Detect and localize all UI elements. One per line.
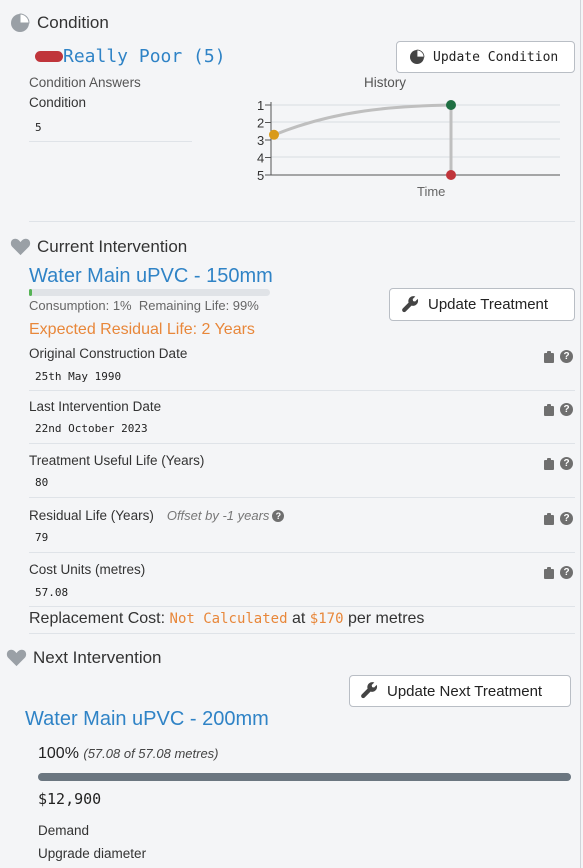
current-intervention-title: Current Intervention	[37, 237, 188, 256]
field-actions: ?	[544, 512, 573, 525]
consumption-bar	[29, 289, 270, 296]
history-y-tick-label: 4	[257, 151, 264, 166]
divider	[29, 221, 575, 222]
wrench-icon	[361, 682, 378, 699]
wrench-icon	[402, 295, 419, 312]
next-percent-detail: (57.08 of 57.08 metres)	[83, 746, 219, 761]
pie-chart-icon	[410, 49, 425, 64]
consumption-line: Consumption: 1% Remaining Life: 99%	[29, 298, 259, 313]
history-title: History	[364, 75, 407, 90]
condition-status: Really Poor (5)	[63, 46, 226, 67]
next-progress-bar	[38, 773, 571, 781]
condition-answers-label: Condition Answers	[29, 75, 141, 90]
field-value-treatment-useful-life: 80	[35, 476, 49, 489]
residual-life-offset-note: Offset by -1 years	[166, 508, 270, 523]
history-x-label: Time	[417, 184, 445, 199]
condition-field-value: 5	[35, 121, 42, 134]
update-treatment-label: Update Treatment	[428, 296, 549, 313]
condition-title: Condition	[37, 13, 109, 32]
condition-section-icon	[10, 13, 30, 33]
pie-chart-icon	[11, 13, 30, 32]
field-value-residual-life: 79	[35, 531, 49, 544]
condition-field-label: Condition	[29, 95, 87, 110]
clipboard-icon[interactable]	[544, 350, 554, 363]
history-gridlines	[270, 102, 560, 176]
update-next-treatment-button[interactable]: Update Next Treatment	[349, 675, 571, 707]
next-progress-bar-fill	[38, 773, 571, 781]
divider	[29, 606, 575, 607]
demand-label: Demand	[38, 823, 90, 838]
history-y-tick-label: 5	[257, 168, 264, 183]
clipboard-icon[interactable]	[544, 457, 554, 470]
field-actions: ?	[544, 403, 573, 416]
history-curve	[273, 103, 452, 137]
condition-status-pill	[35, 51, 63, 62]
help-icon[interactable]: ?	[560, 512, 573, 525]
replacement-at: at	[291, 610, 306, 627]
next-cost: $12,900	[38, 790, 102, 808]
replacement-rate: $170	[309, 611, 344, 627]
condition-history-chart: 1 2 3 4 5 Time	[257, 98, 560, 199]
next-percent-line: 100% (57.08 of 57.08 metres)	[38, 745, 219, 763]
next-treatment-name: Water Main uPVC - 200mm	[25, 708, 269, 730]
remaining-life-text: Remaining Life: 99%	[138, 298, 259, 313]
divider	[29, 443, 575, 444]
expected-residual-life: Expected Residual Life: 2 Years	[29, 321, 255, 338]
current-treatment-name: Water Main uPVC - 150mm	[29, 265, 273, 287]
field-value-cost-units: 57.08	[35, 586, 69, 599]
field-actions: ?	[544, 457, 573, 470]
residual-life-label: Residual Life (Years)	[29, 508, 154, 523]
field-actions: ?	[544, 566, 573, 579]
next-percent: 100%	[38, 745, 79, 762]
clipboard-icon[interactable]	[544, 566, 554, 579]
update-condition-label: Update Condition	[433, 49, 559, 65]
field-label-treatment-useful-life: Treatment Useful Life (Years)	[29, 453, 205, 468]
help-icon[interactable]: ?	[560, 403, 573, 416]
help-icon[interactable]: ?	[272, 509, 285, 522]
heart-icon	[6, 649, 27, 667]
history-y-tick-label: 1	[257, 98, 264, 113]
field-value-last-intervention-date: 22nd October 2023	[35, 422, 148, 435]
divider	[29, 633, 575, 634]
field-label-residual-life: Residual Life (Years) Offset by -1 years…	[29, 508, 285, 523]
next-intervention-title: Next Intervention	[33, 648, 162, 667]
history-point[interactable]	[446, 170, 456, 180]
replacement-cost-label: Replacement Cost:	[29, 610, 166, 627]
divider	[29, 497, 575, 498]
clipboard-icon[interactable]	[544, 403, 554, 416]
history-point[interactable]	[269, 129, 279, 140]
heart-icon	[10, 238, 31, 256]
update-treatment-button[interactable]: Update Treatment	[389, 288, 575, 321]
consumption-bar-fill	[29, 289, 32, 296]
replacement-unit: per metres	[347, 610, 425, 627]
field-label-last-intervention-date: Last Intervention Date	[29, 399, 162, 414]
clipboard-icon[interactable]	[544, 512, 554, 525]
field-actions: ?	[544, 350, 573, 363]
panel-right-border	[580, 0, 581, 868]
update-next-treatment-label: Update Next Treatment	[387, 682, 543, 700]
help-icon[interactable]: ?	[560, 566, 573, 579]
history-point[interactable]	[446, 100, 456, 110]
help-icon[interactable]: ?	[560, 457, 573, 470]
update-condition-button[interactable]: Update Condition	[396, 41, 575, 73]
field-label-original-construction-date: Original Construction Date	[29, 346, 188, 361]
replacement-cost-status: Not Calculated	[169, 611, 288, 627]
divider	[29, 390, 575, 391]
history-y-tick-label: 2	[257, 116, 264, 131]
consumption-text: Consumption: 1%	[29, 298, 132, 313]
history-y-tick-label: 3	[257, 133, 264, 148]
divider	[29, 141, 192, 142]
field-value-original-construction-date: 25th May 1990	[35, 370, 122, 383]
field-label-cost-units: Cost Units (metres)	[29, 562, 146, 577]
divider	[29, 552, 575, 553]
replacement-cost-line: Replacement Cost: Not Calculated at $170…	[29, 610, 424, 628]
help-icon[interactable]: ?	[560, 350, 573, 363]
demand-value: Upgrade diameter	[38, 846, 147, 861]
